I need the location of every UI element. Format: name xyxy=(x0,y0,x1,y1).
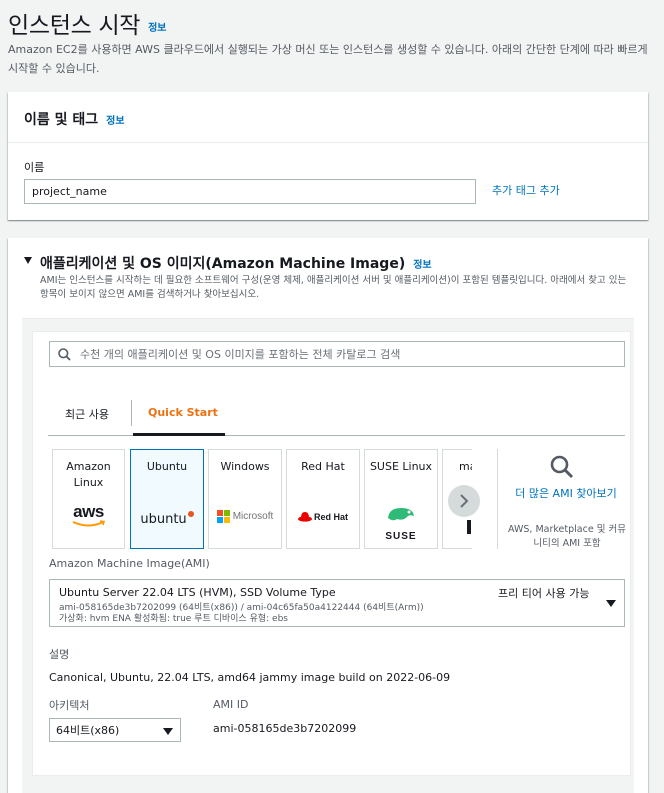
ami-card: 수천 개의 애플리케이션 및 OS 이미지를 포함하는 전체 카탈로그 검색 최… xyxy=(32,331,631,776)
tile-label: Red Hat xyxy=(301,460,345,473)
windows-squares-icon xyxy=(216,510,230,523)
name-and-tags-heading: 이름 및 태그 정보 xyxy=(24,109,125,129)
ami-tile-suse[interactable]: SUSE Linux SUSE xyxy=(364,449,438,549)
name-label: 이름 xyxy=(24,161,45,174)
description-value: Canonical, Ubuntu, 22.04 LTS, amd64 jamm… xyxy=(49,671,451,684)
add-tag-link[interactable]: 추가 태그 추가 xyxy=(492,182,560,198)
redhat-logo-icon: Red Hat xyxy=(287,511,359,522)
ami-panel: 애플리케이션 및 OS 이미지(Amazon Machine Image) 정보 … xyxy=(8,238,648,793)
microsoft-logo-icon: Microsoft xyxy=(209,510,281,523)
suse-logo-icon: SUSE xyxy=(365,506,437,543)
tab-separator xyxy=(131,400,132,426)
redhat-logo-text: Red Hat xyxy=(313,511,348,522)
partial-logo-icon xyxy=(467,520,471,534)
page-subtitle: Amazon EC2를 사용하면 AWS 클라우드에서 실행되는 가상 머신 또… xyxy=(8,43,648,75)
chevron-down-icon xyxy=(606,600,616,607)
tab-quick-start[interactable]: Quick Start xyxy=(148,406,218,419)
microsoft-logo-text: Microsoft xyxy=(232,511,274,522)
architecture-select[interactable]: 64비트(x86) xyxy=(49,718,181,742)
chevron-down-icon xyxy=(163,728,173,735)
redhat-hat-icon xyxy=(297,512,312,522)
ami-inner-container: 수천 개의 애플리케이션 및 OS 이미지를 포함하는 전체 카탈로그 검색 최… xyxy=(22,318,634,793)
ami-search-placeholder: 수천 개의 애플리케이션 및 OS 이미지를 포함하는 전체 카탈로그 검색 xyxy=(80,348,401,361)
ami-tile-redhat[interactable]: Red Hat Red Hat xyxy=(286,449,360,549)
ami-id-value: ami-058165de3b7202099 xyxy=(213,722,357,735)
name-input[interactable]: project_name xyxy=(24,179,476,204)
tab-recent[interactable]: 최근 사용 xyxy=(65,406,109,422)
search-icon xyxy=(58,347,71,361)
chevron-right-icon xyxy=(460,494,469,508)
page-info-link[interactable]: 정보 xyxy=(148,23,166,34)
ami-tile-amazon-linux[interactable]: Amazon Linux aws xyxy=(52,449,125,549)
ami-label: Amazon Machine Image(AMI) xyxy=(49,557,210,570)
suse-logo-text: SUSE xyxy=(385,531,417,542)
browse-more-ami-link[interactable]: 더 많은 AMI 찾아보기 xyxy=(506,485,626,502)
architecture-value: 64비트(x86) xyxy=(56,724,120,737)
aws-smile-icon xyxy=(72,520,105,527)
ami-select[interactable]: Ubuntu Server 22.04 LTS (HVM), SSD Volum… xyxy=(49,579,625,627)
search-icon xyxy=(550,455,574,479)
ubuntu-circle-icon xyxy=(187,511,194,517)
ami-id-label: AMI ID xyxy=(213,698,249,711)
tile-label: ma xyxy=(459,460,472,473)
ami-heading: 애플리케이션 및 OS 이미지(Amazon Machine Image) 정보 xyxy=(40,253,432,273)
ami-description: AMI는 인스턴스를 시작하는 데 필요한 소프트웨어 구성(운영 체제, 애플… xyxy=(40,275,627,300)
ubuntu-logo-text: ubuntu xyxy=(140,512,187,527)
collapse-caret-icon[interactable] xyxy=(24,257,32,264)
carousel-next-button[interactable] xyxy=(448,485,480,517)
ami-name: Ubuntu Server 22.04 LTS (HVM), SSD Volum… xyxy=(59,586,336,599)
tile-label: SUSE Linux xyxy=(369,460,433,473)
aws-logo-icon: aws xyxy=(53,502,124,528)
description-label: 설명 xyxy=(49,648,70,661)
ami-title: 애플리케이션 및 OS 이미지(Amazon Machine Image) xyxy=(40,256,406,272)
tile-label: Ubuntu xyxy=(146,460,188,473)
name-and-tags-panel: 이름 및 태그 정보 이름 project_name 추가 태그 추가 xyxy=(8,92,648,220)
ami-virtualization: 가상화: hvm ENA 활성화됨: true 루트 디바이스 유형: ebs xyxy=(59,614,288,624)
tab-active-indicator xyxy=(133,433,225,436)
aws-logo-text: aws xyxy=(73,502,104,521)
page-title-text: 인스턴스 시작 xyxy=(8,13,141,39)
name-and-tags-title: 이름 및 태그 xyxy=(24,112,99,128)
more-ami-note: AWS, Marketplace 및 커뮤니티의 AMI 포함 xyxy=(508,524,626,549)
suse-chameleon-icon xyxy=(388,508,414,521)
ubuntu-logo-icon: ubuntu xyxy=(131,508,203,527)
page-title: 인스턴스 시작 정보 xyxy=(8,6,166,40)
ami-info-link[interactable]: 정보 xyxy=(413,260,431,271)
tile-label: Amazon Linux xyxy=(66,460,111,489)
free-tier-badge: 프리 티어 사용 가능 xyxy=(498,587,590,600)
ami-tile-ubuntu[interactable]: Ubuntu ubuntu xyxy=(130,449,204,549)
more-ami-section: 더 많은 AMI 찾아보기 AWS, Marketplace 및 커뮤니티의 A… xyxy=(497,449,632,549)
ami-search-input[interactable]: 수천 개의 애플리케이션 및 OS 이미지를 포함하는 전체 카탈로그 검색 xyxy=(49,341,625,367)
name-and-tags-info-link[interactable]: 정보 xyxy=(106,116,124,127)
ami-tile-windows[interactable]: Windows Microsoft xyxy=(208,449,282,549)
architecture-label: 아키텍처 xyxy=(49,699,90,712)
name-and-tags-header: 이름 및 태그 정보 xyxy=(8,92,648,143)
tile-label: Windows xyxy=(220,460,270,473)
